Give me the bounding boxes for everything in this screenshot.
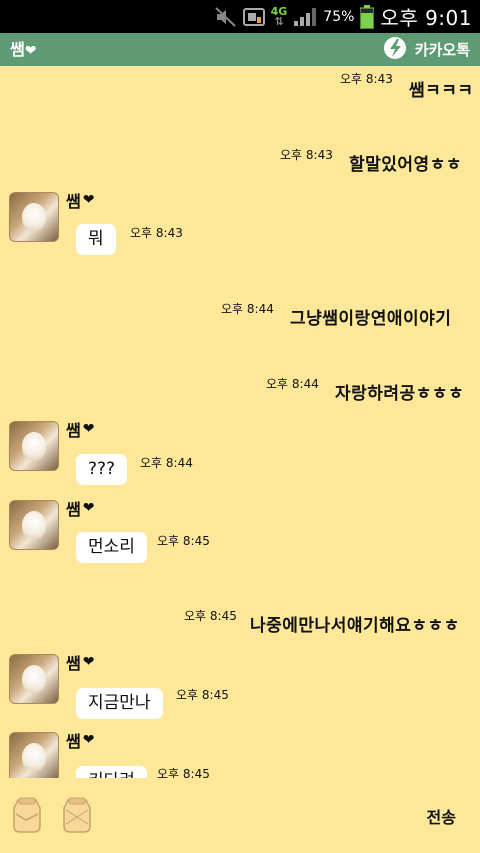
input-bar: 전송 <box>0 778 480 853</box>
sender-name: 쌤 ❤ <box>66 496 94 520</box>
sent-message[interactable]: 쌤ㅋㅋㅋ <box>409 76 474 101</box>
message-time: 오후 8:44 <box>140 456 193 470</box>
kakaotalk-brand[interactable]: 카카오톡 <box>383 33 470 66</box>
message-time: 오후 8:44 <box>221 302 274 316</box>
sender-name-text: 쌤 <box>66 500 81 519</box>
chat-title[interactable]: 쌤❤ <box>10 33 36 66</box>
avatar-image <box>22 432 46 460</box>
message-time: 오후 8:45 <box>184 609 237 623</box>
avatar-image <box>22 203 46 231</box>
sent-message[interactable]: 그냥쌤이랑연애이야기 <box>290 304 451 329</box>
sender-name: 쌤 ❤ <box>66 188 94 212</box>
heart-icon: ❤ <box>82 654 95 670</box>
avatar[interactable] <box>9 654 59 704</box>
emoticon-button[interactable] <box>10 796 44 834</box>
emoticon-icon <box>13 797 41 833</box>
avatar[interactable] <box>9 500 59 550</box>
notification-icon <box>242 7 265 27</box>
sent-message[interactable]: 할말있어영ㅎㅎ <box>349 150 462 175</box>
sticker-button[interactable] <box>60 796 94 834</box>
received-message-bubble[interactable]: 키다려 <box>76 766 147 778</box>
heart-icon: ❤ <box>24 43 37 59</box>
heart-icon: ❤ <box>82 732 95 748</box>
sender-name-text: 쌤 <box>66 654 81 673</box>
avatar-image <box>22 665 46 693</box>
message-time: 오후 8:45 <box>157 534 210 548</box>
sender-name-text: 쌤 <box>66 192 81 211</box>
sender-name: 쌤 ❤ <box>66 728 94 752</box>
network-type-indicator: 4G ⇅ <box>270 4 288 28</box>
avatar[interactable] <box>9 192 59 242</box>
sender-name-text: 쌤 <box>66 421 81 440</box>
received-message-bubble[interactable]: 뭐 <box>76 224 116 255</box>
received-message-bubble[interactable]: 지금만나 <box>76 688 163 719</box>
message-time: 오후 8:45 <box>157 767 210 778</box>
avatar[interactable] <box>9 421 59 471</box>
sticker-icon <box>63 797 91 833</box>
received-message-bubble[interactable]: 먼소리 <box>76 532 147 563</box>
sent-message[interactable]: 자랑하려공ㅎㅎㅎ <box>335 379 464 404</box>
status-bar: 4G ⇅ 75% 오후 9:01 <box>0 0 480 33</box>
message-time: 오후 8:43 <box>280 148 333 162</box>
received-message-bubble[interactable]: ??? <box>76 454 128 485</box>
avatar-image <box>22 511 46 539</box>
sent-message[interactable]: 나중에만나서얘기해요ㅎㅎㅎ <box>250 611 460 636</box>
heart-icon: ❤ <box>82 421 95 437</box>
message-time: 오후 8:43 <box>130 226 183 240</box>
avatar[interactable] <box>9 732 59 778</box>
sender-name-text: 쌤 <box>66 732 81 751</box>
heart-icon: ❤ <box>82 192 95 208</box>
send-button[interactable]: 전송 <box>427 804 456 828</box>
battery-icon <box>360 4 375 29</box>
brand-label: 카카오톡 <box>414 41 470 59</box>
battery-percent: 75% <box>323 8 355 25</box>
avatar-image <box>22 743 46 771</box>
sender-name: 쌤 ❤ <box>66 650 94 674</box>
message-time: 오후 8:44 <box>266 377 319 391</box>
kakaotalk-logo-icon <box>383 36 409 64</box>
mute-icon <box>214 6 237 27</box>
message-time: 오후 8:43 <box>340 72 393 86</box>
sender-name: 쌤 ❤ <box>66 417 94 441</box>
signal-icon <box>293 7 317 27</box>
clock: 오후 9:01 <box>380 6 472 30</box>
heart-icon: ❤ <box>82 500 95 516</box>
message-time: 오후 8:45 <box>176 688 229 702</box>
status-bar-right: 4G ⇅ 75% 오후 9:01 <box>214 0 472 33</box>
chat-header: 쌤❤ 카카오톡 <box>0 33 480 66</box>
chat-log[interactable]: 오후 8:43 쌤ㅋㅋㅋ 오후 8:43 할말있어영ㅎㅎ 쌤 ❤ 뭐 오후 8:4… <box>0 66 480 778</box>
chat-title-text: 쌤 <box>10 40 25 59</box>
